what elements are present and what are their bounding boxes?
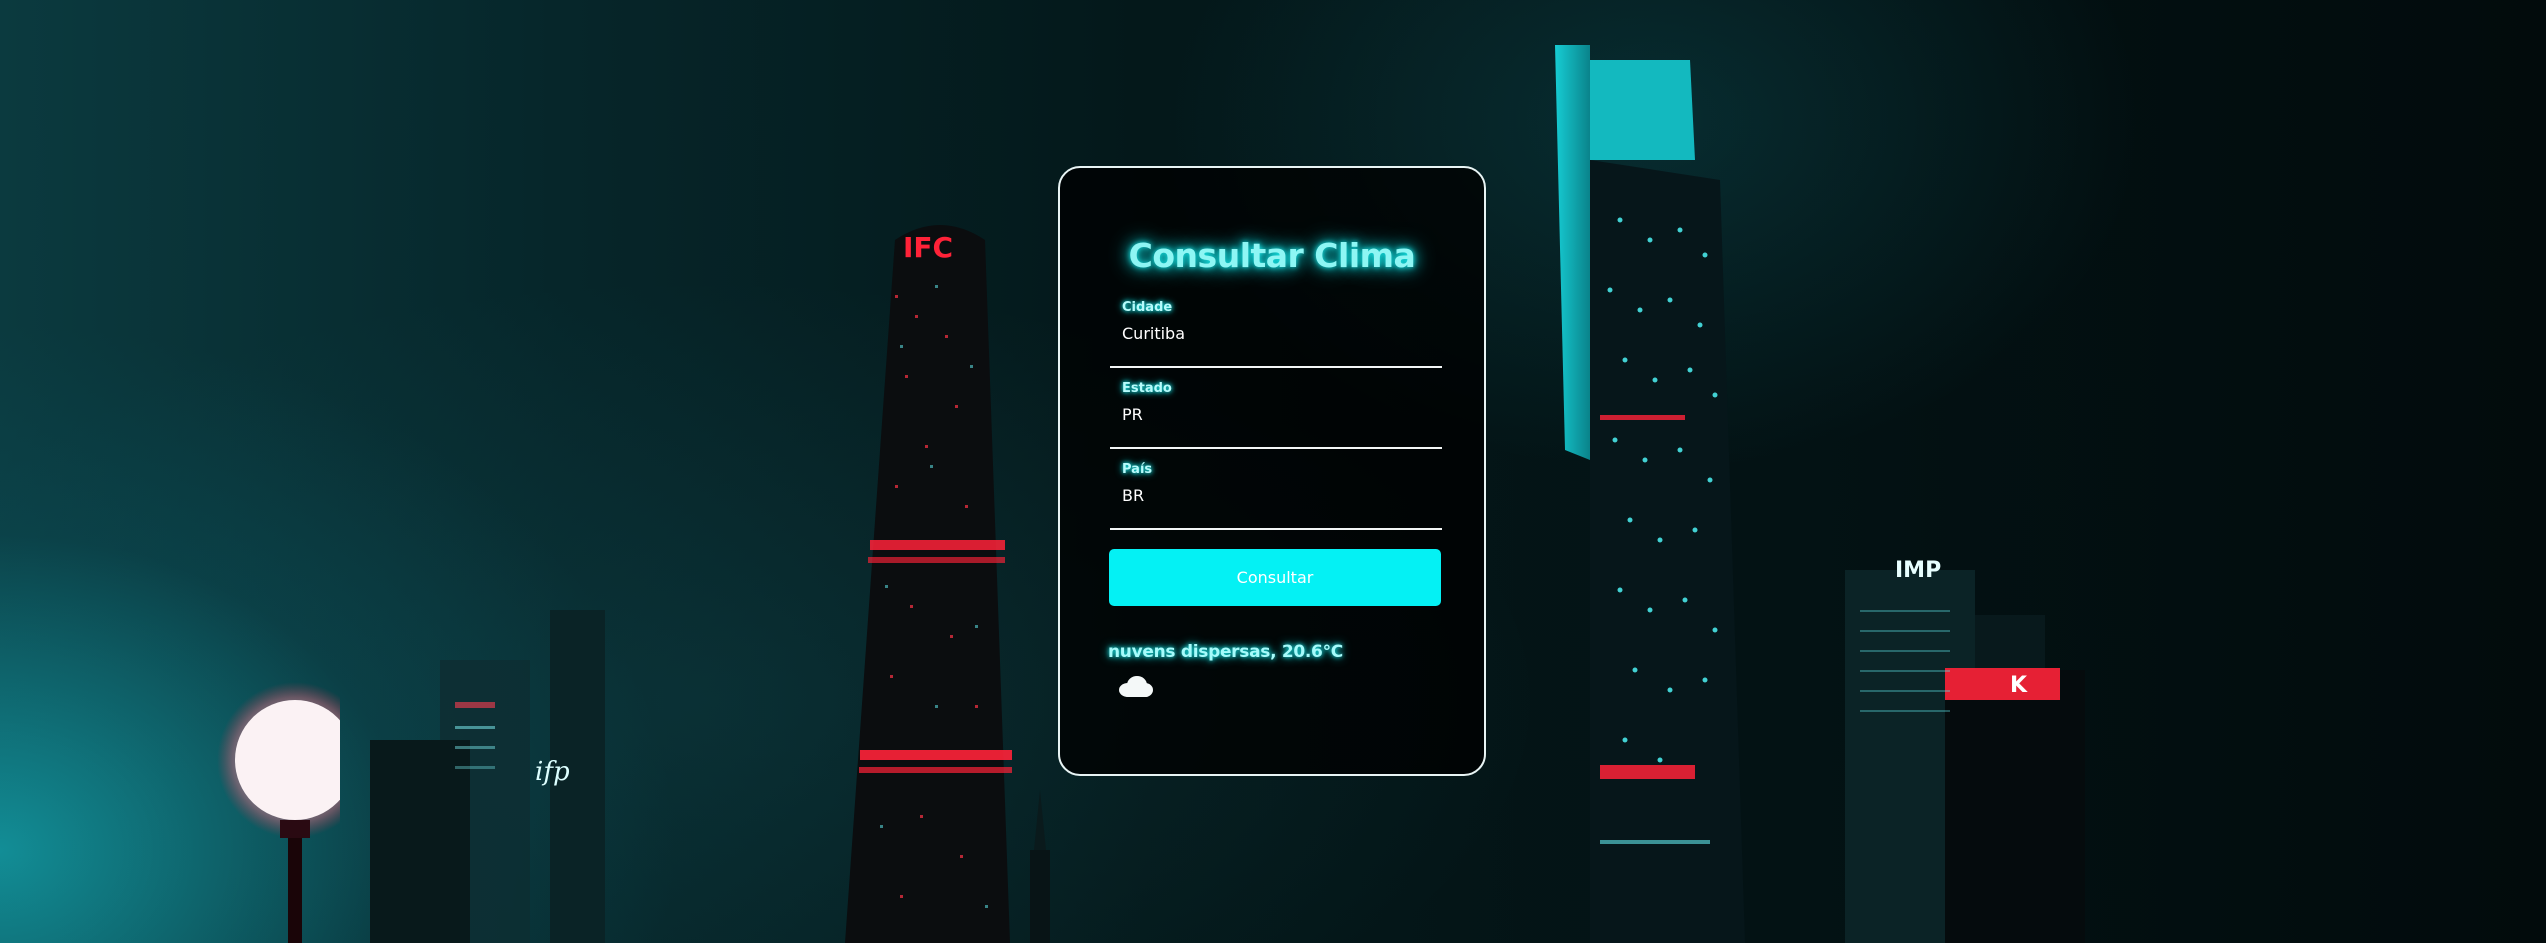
cloud-icon [1119, 676, 1153, 697]
city-field: Cidade [1110, 300, 1442, 368]
small-spire [1030, 790, 1050, 943]
sign-ifc: IFC [903, 231, 953, 264]
city-label: Cidade [1122, 300, 1173, 315]
ifc-tower: IFC [845, 225, 1012, 943]
state-label: Estado [1122, 381, 1172, 396]
weather-form-card: Consultar Clima Cidade Estado País Consu… [1058, 166, 1486, 776]
city-input[interactable] [1122, 324, 1432, 343]
left-buildings: ifp [370, 610, 605, 943]
country-field: País [1110, 462, 1442, 530]
right-buildings: IMP K [1845, 558, 2085, 943]
form-title: Consultar Clima [1128, 236, 1416, 275]
svg-text:K: K [2010, 673, 2028, 698]
state-input[interactable] [1122, 405, 1432, 424]
country-input[interactable] [1122, 486, 1432, 505]
cyan-tower [1555, 45, 1745, 943]
street-lamp [217, 682, 340, 943]
consultar-button[interactable]: Consultar [1109, 549, 1441, 606]
state-field: Estado [1110, 381, 1442, 449]
weather-result: nuvens dispersas, 20.6°C [1108, 642, 1343, 662]
country-label: País [1122, 462, 1153, 477]
sign-imp: IMP [1895, 558, 1941, 583]
sign-ifp: ifp [535, 757, 570, 787]
